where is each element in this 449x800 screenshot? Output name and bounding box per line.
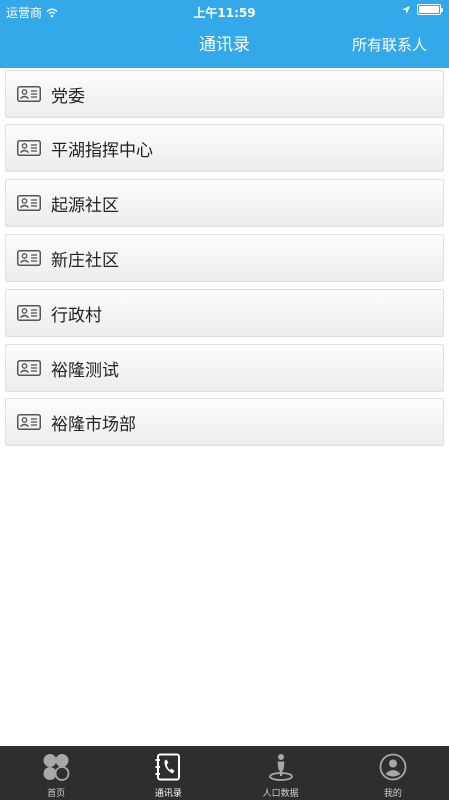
status-bar: 运营商 上午11:59: [0, 0, 449, 22]
contact-group-label: 裕隆市场部: [51, 414, 136, 435]
tab-contacts[interactable]: 通讯录: [112, 746, 224, 800]
battery-icon: [417, 4, 443, 15]
tab-contacts-label: 通讯录: [154, 789, 182, 799]
contact-card-icon: [17, 195, 41, 211]
profile-icon: [379, 753, 407, 781]
tab-population[interactable]: 人口数据: [225, 746, 337, 800]
list-item[interactable]: 平湖指挥中心: [5, 124, 444, 172]
tab-home[interactable]: 首页: [0, 746, 112, 800]
list-item[interactable]: 行政村: [5, 289, 444, 337]
list-item[interactable]: 起源社区: [5, 179, 444, 227]
list-item[interactable]: 裕隆测试: [5, 344, 444, 392]
location-arrow-icon: [402, 5, 410, 14]
status-right: [401, 4, 443, 15]
contact-group-label: 裕隆测试: [51, 360, 119, 381]
contact-card-icon: [17, 86, 41, 102]
tab-bar: 首页 通讯录 人口数据 我的: [0, 746, 449, 800]
contact-card-icon: [17, 250, 41, 266]
contact-card-icon: [17, 414, 41, 430]
contact-card-icon: [17, 305, 41, 321]
list-item[interactable]: 党委: [5, 70, 444, 118]
tab-home-label: 首页: [47, 789, 66, 799]
tab-profile-label: 我的: [383, 789, 402, 799]
contact-group-label: 新庄社区: [51, 250, 119, 271]
tab-profile[interactable]: 我的: [337, 746, 449, 800]
nav-bar: 通讯录 所有联系人: [0, 22, 449, 68]
status-time: 上午11:59: [193, 6, 256, 20]
contacts-icon: [155, 753, 181, 781]
contact-group-label: 起源社区: [51, 195, 119, 216]
home-icon: [43, 754, 70, 781]
contact-card-icon: [17, 140, 41, 156]
contact-group-label: 党委: [51, 86, 85, 107]
all-contacts-button[interactable]: 所有联系人: [352, 22, 427, 68]
list-item[interactable]: 新庄社区: [5, 234, 444, 282]
contact-group-label: 平湖指挥中心: [51, 140, 153, 161]
contact-card-icon: [17, 360, 41, 376]
list-item[interactable]: 裕隆市场部: [5, 398, 444, 446]
population-icon: [268, 754, 293, 781]
contact-group-label: 行政村: [51, 305, 102, 326]
tab-population-label: 人口数据: [262, 789, 299, 799]
